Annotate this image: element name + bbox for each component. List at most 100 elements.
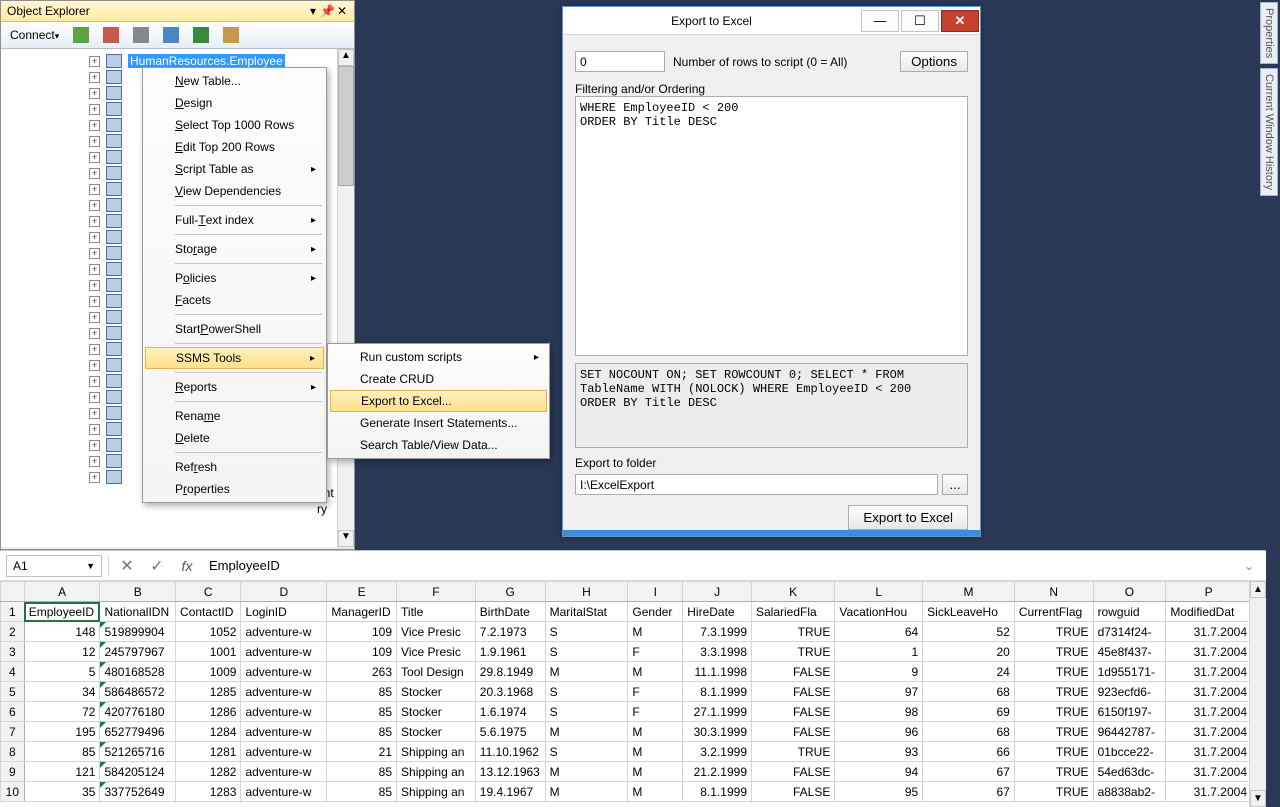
cell[interactable]: 34 — [24, 682, 100, 702]
cell[interactable]: 586486572 — [100, 682, 176, 702]
cell[interactable]: adventure-w — [241, 662, 327, 682]
cell[interactable]: 109 — [327, 642, 397, 662]
column-header[interactable]: F — [397, 582, 476, 602]
menu-item[interactable]: Refresh — [145, 456, 324, 478]
cell[interactable]: 9 — [835, 662, 923, 682]
cell[interactable]: 1 — [835, 642, 923, 662]
cell[interactable]: Vice Presic — [397, 642, 476, 662]
cell[interactable]: 31.7.2004 — [1166, 702, 1252, 722]
cell[interactable]: ContactID — [176, 602, 241, 622]
cell[interactable]: 72 — [24, 702, 100, 722]
cell[interactable]: 1284 — [176, 722, 241, 742]
cell[interactable]: TRUE — [1014, 722, 1093, 742]
expand-icon[interactable]: + — [89, 392, 100, 403]
cell[interactable]: 1009 — [176, 662, 241, 682]
cell[interactable]: M — [628, 782, 683, 802]
menu-item[interactable]: Facets — [145, 289, 324, 311]
side-tab-window-history[interactable]: Current Window History — [1260, 68, 1278, 196]
toolbar-btn-5[interactable] — [188, 24, 214, 46]
menu-item[interactable]: Export to Excel... — [330, 390, 547, 412]
column-header[interactable]: B — [100, 582, 176, 602]
expand-icon[interactable]: + — [89, 120, 100, 131]
row-header[interactable]: 5 — [1, 682, 25, 702]
cell[interactable]: 67 — [923, 762, 1015, 782]
menu-item[interactable]: Generate Insert Statements... — [330, 412, 547, 434]
excel-scrollbar-v[interactable]: ▲ ▼ — [1249, 581, 1266, 807]
cell[interactable]: Vice Presic — [397, 622, 476, 642]
expand-icon[interactable]: + — [89, 248, 100, 259]
cell[interactable]: 7.2.1973 — [475, 622, 545, 642]
minimize-button[interactable]: — — [861, 10, 899, 32]
menu-item[interactable]: Select Top 1000 Rows — [145, 114, 324, 136]
cell[interactable]: 29.8.1949 — [475, 662, 545, 682]
menu-item[interactable]: Properties — [145, 478, 324, 500]
cell[interactable]: 20.3.1968 — [475, 682, 545, 702]
cell[interactable]: 20 — [923, 642, 1015, 662]
cell[interactable]: Gender — [628, 602, 683, 622]
cell[interactable]: 11.1.1998 — [683, 662, 752, 682]
cell[interactable]: M — [628, 722, 683, 742]
cell[interactable]: 85 — [327, 762, 397, 782]
column-header[interactable]: E — [327, 582, 397, 602]
cell[interactable]: 31.7.2004 — [1166, 762, 1252, 782]
cell[interactable]: 31.7.2004 — [1166, 642, 1252, 662]
expand-icon[interactable]: + — [89, 280, 100, 291]
cell[interactable]: 54ed63dc- — [1093, 762, 1166, 782]
cell[interactable]: 31.7.2004 — [1166, 622, 1252, 642]
expand-icon[interactable]: + — [89, 312, 100, 323]
cell[interactable]: TRUE — [1014, 662, 1093, 682]
menu-item[interactable]: Edit Top 200 Rows — [145, 136, 324, 158]
column-header[interactable]: D — [241, 582, 327, 602]
cell[interactable]: M — [628, 762, 683, 782]
expand-icon[interactable]: + — [89, 168, 100, 179]
cell[interactable]: TRUE — [1014, 762, 1093, 782]
cell[interactable]: 85 — [24, 742, 100, 762]
expand-icon[interactable]: + — [89, 456, 100, 467]
name-box[interactable]: A1 ▼ — [6, 555, 102, 577]
toolbar-btn-3[interactable] — [128, 24, 154, 46]
menu-item[interactable]: Delete — [145, 427, 324, 449]
expand-icon[interactable]: + — [89, 104, 100, 115]
column-header[interactable]: A — [24, 582, 100, 602]
cell[interactable]: adventure-w — [241, 702, 327, 722]
cell[interactable]: 35 — [24, 782, 100, 802]
folder-input[interactable] — [575, 474, 938, 495]
expand-icon[interactable]: + — [89, 408, 100, 419]
toolbar-btn-4[interactable] — [158, 24, 184, 46]
row-header[interactable]: 4 — [1, 662, 25, 682]
expand-icon[interactable]: + — [89, 360, 100, 371]
expand-icon[interactable]: + — [89, 56, 100, 67]
cell[interactable]: 7.3.1999 — [683, 622, 752, 642]
menu-item[interactable]: Design — [145, 92, 324, 114]
column-header[interactable]: K — [752, 582, 835, 602]
cell[interactable]: S — [545, 622, 628, 642]
cell[interactable]: 263 — [327, 662, 397, 682]
cell[interactable]: M — [628, 742, 683, 762]
cell[interactable]: 85 — [327, 782, 397, 802]
cell[interactable]: F — [628, 642, 683, 662]
toolbar-btn-1[interactable] — [68, 24, 94, 46]
cell[interactable]: MaritalStat — [545, 602, 628, 622]
cell[interactable]: S — [545, 682, 628, 702]
cell[interactable]: M — [628, 662, 683, 682]
cell[interactable]: 5.6.1975 — [475, 722, 545, 742]
cell[interactable]: adventure-w — [241, 782, 327, 802]
expand-icon[interactable]: + — [89, 88, 100, 99]
cell[interactable]: 1d955171- — [1093, 662, 1166, 682]
scroll-thumb[interactable] — [338, 66, 354, 186]
expand-icon[interactable]: + — [89, 72, 100, 83]
column-header[interactable]: O — [1093, 582, 1166, 602]
expand-icon[interactable]: + — [89, 328, 100, 339]
cell[interactable]: TRUE — [1014, 642, 1093, 662]
column-header[interactable]: M — [923, 582, 1015, 602]
cell[interactable]: 337752649 — [100, 782, 176, 802]
menu-item[interactable]: Policies — [145, 267, 324, 289]
cell[interactable]: FALSE — [752, 662, 835, 682]
options-button[interactable]: Options — [900, 51, 968, 72]
expand-icon[interactable]: + — [89, 216, 100, 227]
cell[interactable]: 5 — [24, 662, 100, 682]
menu-item[interactable]: Script Table as — [145, 158, 324, 180]
cell[interactable]: a8838ab2- — [1093, 782, 1166, 802]
cell[interactable]: 21 — [327, 742, 397, 762]
menu-item[interactable]: Create CRUD — [330, 368, 547, 390]
